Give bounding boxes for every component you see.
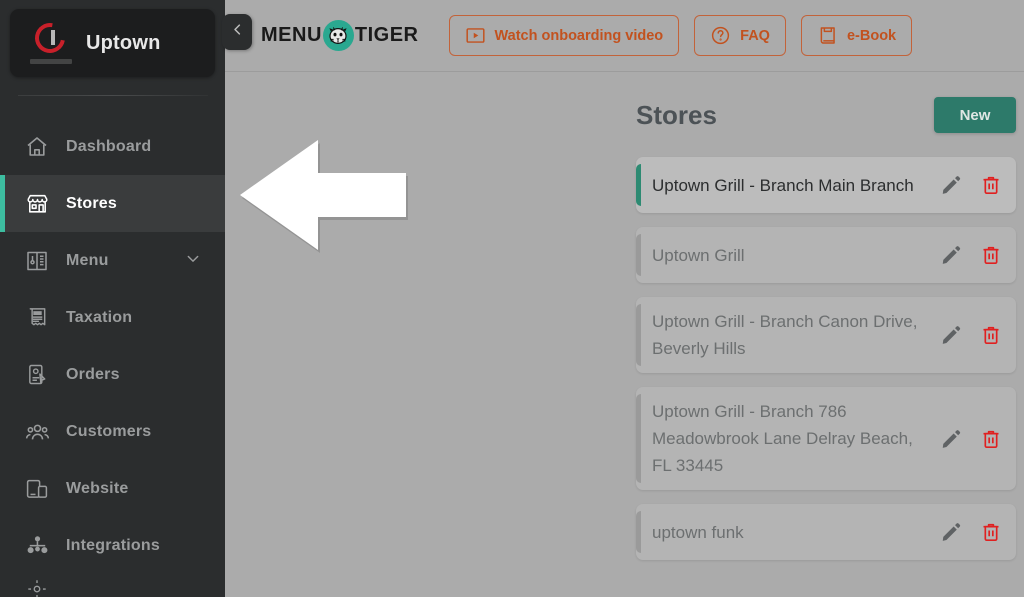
customers-icon [22, 418, 52, 446]
button-label: FAQ [740, 27, 770, 44]
integrations-icon [22, 532, 52, 560]
menu-book-icon [22, 247, 52, 275]
page-title: Stores [636, 99, 717, 130]
stores-panel: Stores New Uptown Grill - Branch Main Br… [636, 97, 1016, 574]
store-name: Uptown Grill - Branch Canon Drive, Bever… [652, 312, 918, 358]
sidebar-item-stores[interactable]: Stores [0, 175, 225, 232]
store-list-item[interactable]: uptown funk [636, 504, 1016, 560]
store-name: uptown funk [652, 522, 744, 542]
sidebar-item-label: Website [66, 479, 129, 497]
pencil-icon[interactable] [940, 521, 962, 543]
button-label: Watch onboarding video [494, 27, 664, 44]
row-actions [940, 521, 1002, 543]
trash-icon[interactable] [980, 428, 1002, 450]
menutiger-logo: MENU TIGER [261, 20, 419, 51]
sidebar: Uptown Dashboard Stores Menu Taxation Or… [0, 0, 225, 597]
menutiger-logo-left: MENU [261, 24, 322, 46]
trash-icon[interactable] [980, 244, 1002, 266]
app-window: Uptown Dashboard Stores Menu Taxation Or… [0, 0, 1024, 597]
sidebar-item-label: Orders [66, 365, 120, 383]
row-actions [940, 244, 1002, 266]
sidebar-item-label: Taxation [66, 308, 133, 326]
sidebar-item-orders[interactable]: Orders [0, 346, 225, 403]
chevron-down-icon[interactable] [185, 250, 201, 271]
pencil-icon[interactable] [940, 324, 962, 346]
question-circle-icon [710, 25, 731, 46]
devices-icon [22, 475, 52, 503]
trash-icon[interactable] [980, 324, 1002, 346]
sidebar-item-overflow[interactable] [0, 574, 225, 597]
sidebar-item-integrations[interactable]: Integrations [0, 517, 225, 574]
store-list-item[interactable]: Uptown Grill - Branch Main Branch [636, 157, 1016, 213]
store-list-item[interactable]: Uptown Grill - Branch 786 Meadowbrook La… [636, 387, 1016, 490]
sidebar-item-customers[interactable]: Customers [0, 403, 225, 460]
orders-icon [22, 361, 52, 389]
play-video-icon [465, 25, 486, 46]
brand-name: Uptown [86, 31, 161, 54]
pencil-icon[interactable] [940, 244, 962, 266]
new-store-button[interactable]: New [934, 97, 1016, 133]
store-list-item[interactable]: Uptown Grill - Branch Canon Drive, Bever… [636, 297, 1016, 373]
row-actions [940, 428, 1002, 450]
faq-button[interactable]: FAQ [694, 15, 786, 56]
stores-header: Stores New [636, 97, 1016, 133]
sidebar-item-dashboard[interactable]: Dashboard [0, 118, 225, 175]
row-actions [940, 324, 1002, 346]
pencil-icon[interactable] [940, 174, 962, 196]
sidebar-item-taxation[interactable]: Taxation [0, 289, 225, 346]
store-list-item[interactable]: Uptown Grill [636, 227, 1016, 283]
top-bar: MENU TIGER Watch onboarding video FAQ e-… [225, 0, 1024, 72]
store-name: Uptown Grill [652, 245, 745, 265]
storefront-icon [22, 190, 52, 218]
sidebar-item-label: Integrations [66, 536, 160, 554]
book-icon [817, 25, 838, 46]
sidebar-item-label: Stores [66, 194, 117, 212]
store-name: Uptown Grill - Branch Main Branch [652, 175, 914, 195]
menutiger-logo-right: TIGER [354, 24, 419, 46]
brand-header[interactable]: Uptown [10, 9, 215, 77]
store-name: Uptown Grill - Branch 786 Meadowbrook La… [652, 402, 913, 475]
home-icon [22, 133, 52, 161]
ebook-button[interactable]: e-Book [800, 15, 913, 56]
settings-icon [22, 575, 52, 597]
sidebar-item-label: Customers [66, 422, 152, 440]
button-label: e-Book [846, 27, 897, 44]
sidebar-item-label: Dashboard [66, 137, 152, 155]
main-area: MENU TIGER Watch onboarding video FAQ e-… [225, 0, 1024, 597]
row-actions [940, 174, 1002, 196]
tax-receipt-icon [22, 304, 52, 332]
chevron-left-icon [230, 22, 245, 42]
sidebar-item-website[interactable]: Website [0, 460, 225, 517]
sidebar-item-label: Menu [66, 251, 109, 269]
watch-onboarding-video-button[interactable]: Watch onboarding video [448, 15, 680, 56]
sidebar-nav: Dashboard Stores Menu Taxation Orders Cu… [0, 118, 225, 597]
sidebar-collapse-button[interactable] [222, 14, 252, 50]
trash-icon[interactable] [980, 521, 1002, 543]
sidebar-divider [18, 95, 208, 96]
uptown-grill-logo-icon [28, 17, 74, 66]
trash-icon[interactable] [980, 174, 1002, 196]
sidebar-item-menu[interactable]: Menu [0, 232, 225, 289]
tiger-face-icon [322, 20, 354, 51]
pencil-icon[interactable] [940, 428, 962, 450]
